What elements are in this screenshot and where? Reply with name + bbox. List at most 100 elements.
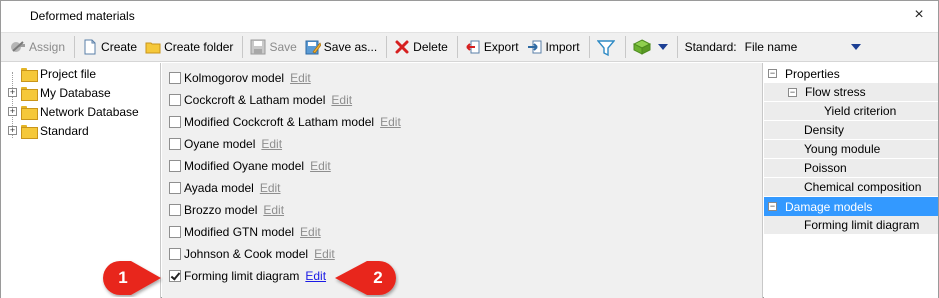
expand-icon[interactable]: + — [8, 107, 17, 116]
edit-link[interactable]: Edit — [380, 115, 401, 129]
model-checkbox[interactable] — [169, 204, 181, 216]
list-item: Modified Cockcroft & Latham model Edit — [169, 113, 401, 131]
toolbar-separator — [74, 36, 76, 58]
expand-icon[interactable]: + — [8, 126, 17, 135]
save-as-label: Save as... — [323, 40, 378, 54]
import-label: Import — [545, 40, 580, 54]
model-checkbox[interactable] — [169, 160, 181, 172]
chevron-down-icon — [657, 44, 668, 50]
toolbar-separator — [456, 36, 458, 58]
prop-label: Chemical composition — [804, 180, 922, 194]
properties-panel: − Properties − Flow stress Yield criteri… — [764, 63, 938, 298]
callout-1: 1 — [101, 259, 161, 297]
collapse-icon[interactable]: − — [788, 87, 797, 97]
prop-item-poisson[interactable]: Poisson — [764, 159, 938, 178]
tree-item-my-database[interactable]: My Database — [21, 83, 111, 102]
model-checkbox[interactable] — [169, 182, 181, 194]
filter-button[interactable] — [594, 35, 619, 59]
edit-link[interactable]: Edit — [261, 137, 282, 151]
model-label: Modified Oyane model — [184, 159, 305, 173]
edit-link[interactable]: Edit — [263, 203, 284, 217]
close-icon[interactable]: × — [910, 6, 928, 24]
model-checkbox[interactable] — [169, 226, 181, 238]
prop-label: Flow stress — [805, 85, 866, 99]
callout-2: 2 — [333, 259, 396, 297]
tree-item-label: Project file — [40, 66, 97, 81]
standard-value: File name — [744, 40, 798, 54]
folder-icon — [21, 67, 38, 82]
damage-models-list: Kolmogorov model Edit Cockcroft & Latham… — [162, 63, 763, 298]
list-item: Cockcroft & Latham model Edit — [169, 91, 352, 109]
prop-item-properties[interactable]: − Properties — [764, 64, 938, 83]
prop-item-young-module[interactable]: Young module — [764, 140, 938, 159]
window-title: Deformed materials — [30, 9, 135, 23]
material-options-dropdown[interactable] — [630, 35, 671, 59]
edit-link[interactable]: Edit — [300, 225, 321, 239]
list-item: Kolmogorov model Edit — [169, 69, 311, 87]
model-label: Modified Cockcroft & Latham model — [184, 115, 375, 129]
prop-label: Properties — [785, 66, 840, 81]
toolbar-separator — [624, 36, 626, 58]
assign-button[interactable]: Assign — [7, 35, 68, 59]
prop-item-flow-stress[interactable]: − Flow stress — [764, 83, 938, 102]
model-label: Ayada model — [184, 181, 254, 195]
model-checkbox[interactable] — [169, 270, 181, 282]
edit-link[interactable]: Edit — [290, 71, 311, 85]
toolbar-separator — [386, 36, 388, 58]
tree-item-label: Standard — [40, 123, 89, 138]
standard-select[interactable]: File name — [745, 37, 863, 57]
toolbar-separator — [588, 36, 590, 58]
collapse-icon[interactable]: − — [768, 202, 777, 211]
prop-item-yield-criterion[interactable]: Yield criterion — [764, 102, 938, 121]
import-button[interactable]: Import — [524, 35, 583, 59]
callout-number: 2 — [373, 268, 383, 287]
edit-link[interactable]: Edit — [331, 93, 352, 107]
model-checkbox[interactable] — [169, 248, 181, 260]
edit-link[interactable]: Edit — [310, 159, 331, 173]
list-item: Johnson & Cook model Edit — [169, 245, 335, 263]
list-item: Brozzo model Edit — [169, 201, 284, 219]
create-button[interactable]: Create — [79, 35, 140, 59]
save-icon — [250, 39, 266, 55]
edit-link[interactable]: Edit — [305, 269, 326, 283]
tree-item-network-database[interactable]: Network Database — [21, 102, 139, 121]
model-checkbox[interactable] — [169, 138, 181, 150]
create-folder-label: Create folder — [164, 40, 234, 54]
list-item: Modified GTN model Edit — [169, 223, 321, 241]
model-label: Kolmogorov model — [184, 71, 285, 85]
model-checkbox[interactable] — [169, 116, 181, 128]
tree-item-standard[interactable]: Standard — [21, 121, 89, 140]
delete-icon — [394, 39, 410, 55]
collapse-icon[interactable]: − — [768, 69, 777, 78]
model-label: Johnson & Cook model — [184, 247, 309, 261]
tree-item-project-file[interactable]: Project file — [21, 64, 96, 83]
assign-icon — [10, 39, 26, 55]
create-folder-button[interactable]: Create folder — [142, 35, 236, 59]
expand-icon[interactable]: + — [8, 88, 17, 97]
model-label: Modified GTN model — [184, 225, 295, 239]
save-button[interactable]: Save — [247, 35, 299, 59]
export-button[interactable]: Export — [462, 35, 522, 59]
folder-icon — [21, 124, 38, 139]
export-icon — [465, 39, 481, 55]
delete-button[interactable]: Delete — [391, 35, 451, 59]
prop-item-damage-models[interactable]: − Damage models — [764, 197, 938, 216]
model-checkbox[interactable] — [169, 94, 181, 106]
list-item: Modified Oyane model Edit — [169, 157, 331, 175]
prop-item-density[interactable]: Density — [764, 121, 938, 140]
prop-item-chemical-composition[interactable]: Chemical composition — [764, 178, 938, 197]
filter-icon — [596, 39, 615, 57]
model-label: Oyane model — [184, 137, 256, 151]
save-as-button[interactable]: Save as... — [302, 35, 380, 59]
prop-item-forming-limit-diagram[interactable]: Forming limit diagram — [764, 216, 938, 235]
new-file-icon — [82, 39, 98, 55]
edit-link[interactable]: Edit — [314, 247, 335, 261]
export-label: Export — [483, 40, 519, 54]
prop-label: Young module — [804, 142, 881, 156]
prop-label: Damage models — [785, 199, 873, 214]
model-checkbox[interactable] — [169, 72, 181, 84]
toolbar-separator — [242, 36, 244, 58]
edit-link[interactable]: Edit — [260, 181, 281, 195]
list-item: Ayada model Edit — [169, 179, 281, 197]
standard-label: Standard: — [684, 40, 737, 54]
